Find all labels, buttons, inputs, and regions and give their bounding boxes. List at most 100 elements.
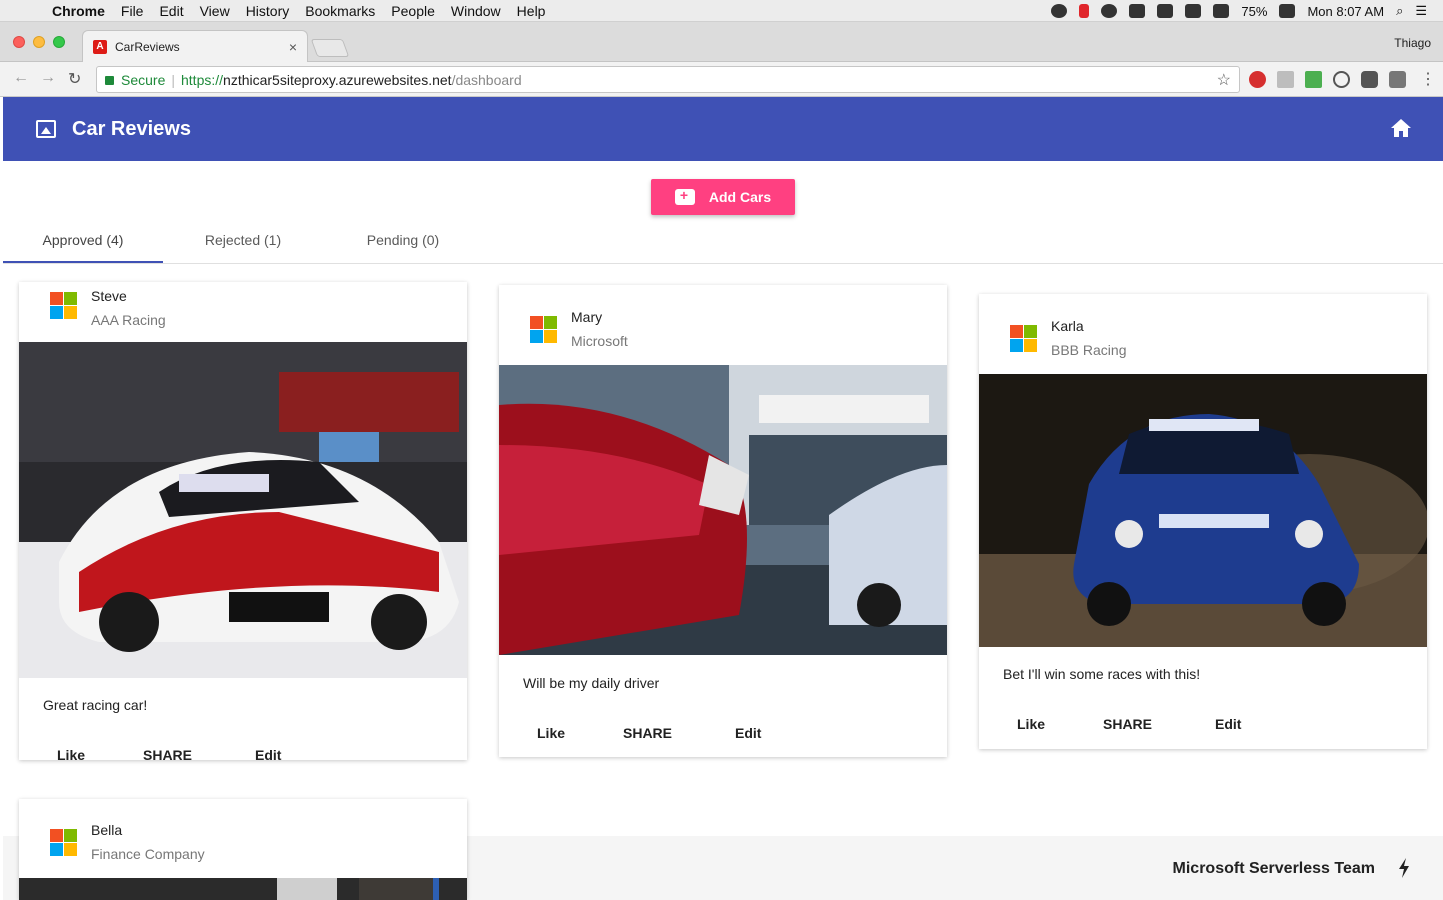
back-arrow-icon[interactable]: ← (13, 69, 29, 87)
photo-library-icon (36, 120, 56, 138)
card-header: Mary Microsoft (499, 285, 947, 349)
reload-icon[interactable]: ↻ (68, 69, 81, 89)
app-title: Car Reviews (72, 117, 191, 140)
like-button[interactable]: Like (1017, 716, 1045, 732)
address-bar[interactable]: Secure | https:// nzthicar5siteproxy.azu… (96, 66, 1240, 93)
review-description: Great racing car! (43, 697, 148, 713)
reviewer-name: Karla (1051, 318, 1084, 334)
review-card-bella: Bella Finance Company (19, 799, 467, 900)
profile-name[interactable]: Thiago (1394, 36, 1431, 50)
forward-arrow-icon[interactable]: → (40, 69, 56, 87)
url-protocol: https:// (181, 71, 224, 88)
card-header: Karla BBB Racing (979, 294, 1427, 358)
volume-icon[interactable] (1213, 4, 1230, 18)
spotlight-search-icon[interactable]: ⌕ (1396, 3, 1403, 19)
close-window-button[interactable] (13, 36, 25, 48)
pen-extension-icon[interactable] (1277, 71, 1294, 88)
secure-label: Secure (121, 71, 166, 88)
wifi-icon[interactable] (1185, 4, 1202, 18)
tab-pending[interactable]: Pending (0) (323, 218, 483, 263)
reviewer-company: Finance Company (91, 846, 205, 862)
reviewer-name: Bella (91, 822, 123, 838)
status-area: 75% Mon 8:07 AM ⌕ ☰ (1051, 0, 1427, 22)
puzzle-extension-icon[interactable] (1389, 71, 1406, 88)
menu-view[interactable]: View (192, 3, 238, 19)
menu-bookmarks[interactable]: Bookmarks (297, 3, 383, 19)
recording-icon[interactable] (1079, 4, 1090, 18)
window-controls (13, 36, 65, 48)
new-tab-button[interactable] (310, 39, 350, 57)
card-header: Bella Finance Company (19, 799, 467, 862)
home-icon[interactable] (1391, 119, 1411, 137)
app-header: Car Reviews (3, 97, 1443, 161)
add-cars-label: Add Cars (708, 189, 772, 205)
bluetooth-icon[interactable] (1157, 4, 1174, 18)
adblock-extension-icon[interactable] (1249, 71, 1266, 88)
menu-edit[interactable]: Edit (151, 3, 191, 19)
menu-history[interactable]: History (238, 3, 298, 19)
pocket-extension-icon[interactable] (1361, 71, 1378, 88)
menu-people[interactable]: People (383, 3, 443, 19)
bookmark-star-icon[interactable]: ☆ (1217, 70, 1231, 90)
tab-approved[interactable]: Approved (4) (3, 218, 163, 263)
browser-tab-title: CarReviews (115, 39, 180, 54)
add-cars-button[interactable]: Add Cars (651, 179, 795, 215)
browser-toolbar: ← → ↻ Secure | https:// nzthicar5sitepro… (0, 62, 1443, 97)
macos-menu-bar: Chrome File Edit View History Bookmarks … (0, 0, 1443, 22)
url-path: /dashboard (451, 71, 522, 88)
menu-clock[interactable]: Mon 8:07 AM (1307, 4, 1384, 19)
like-button[interactable]: Like (57, 747, 85, 763)
review-description: Bet I'll win some races with this! (1003, 666, 1201, 682)
chrome-menu-icon[interactable]: ⋮ (1420, 69, 1436, 89)
menu-chrome[interactable]: Chrome (44, 3, 113, 19)
browser-tab[interactable]: A CarReviews × (82, 30, 308, 62)
microsoft-logo-icon (50, 292, 77, 319)
lock-icon (105, 76, 114, 85)
clapper-icon[interactable] (1129, 4, 1146, 18)
browser-tab-strip: A CarReviews × Thiago (0, 22, 1443, 62)
reviewer-name: Mary (571, 309, 603, 325)
google-extension-icon[interactable] (1305, 71, 1322, 88)
minimize-window-button[interactable] (33, 36, 45, 48)
sync-icon[interactable] (1101, 4, 1118, 18)
status-tabs: Approved (4) Rejected (1) Pending (0) (3, 218, 1443, 264)
microsoft-logo-icon (530, 316, 557, 343)
url-host: nzthicar5siteproxy.azurewebsites.net (223, 71, 452, 88)
info-extension-icon[interactable] (1333, 71, 1350, 88)
reviewer-name: Steve (91, 288, 127, 304)
notification-center-icon[interactable]: ☰ (1415, 3, 1427, 19)
zoom-window-button[interactable] (53, 36, 65, 48)
share-button[interactable]: SHARE (1103, 716, 1152, 732)
car-photo-racing-gt86 (19, 342, 467, 678)
tab-rejected[interactable]: Rejected (1) (163, 218, 323, 263)
menu-help[interactable]: Help (509, 3, 554, 19)
menu-window[interactable]: Window (443, 3, 509, 19)
car-photo-bella (19, 878, 467, 900)
review-card-karla: Karla BBB Racing Bet I'll win some races… (979, 294, 1427, 749)
battery-percent[interactable]: 75% (1241, 4, 1267, 19)
like-button[interactable]: Like (537, 725, 565, 741)
edit-button[interactable]: Edit (255, 747, 281, 763)
password-manager-icon[interactable] (1051, 4, 1068, 18)
reviewer-company: BBB Racing (1051, 342, 1127, 358)
card-header: Steve AAA Racing (19, 282, 467, 342)
edit-button[interactable]: Edit (735, 725, 761, 741)
car-photo-subaru-rally (979, 374, 1427, 647)
close-tab-icon[interactable]: × (289, 39, 297, 55)
share-button[interactable]: SHARE (143, 747, 192, 763)
car-photo-honda-civic (499, 365, 947, 655)
review-card-mary: Mary Microsoft Will be my daily driver L… (499, 285, 947, 757)
review-description: Will be my daily driver (523, 675, 660, 691)
reviewer-company: Microsoft (571, 333, 628, 349)
share-button[interactable]: SHARE (623, 725, 672, 741)
angular-favicon-icon: A (93, 39, 107, 54)
battery-icon[interactable] (1279, 4, 1296, 18)
reviewer-company: AAA Racing (91, 312, 166, 328)
lightning-bolt-icon (1399, 858, 1409, 878)
menu-file[interactable]: File (113, 3, 152, 19)
address-separator: | (171, 71, 175, 88)
microsoft-logo-icon (50, 829, 77, 856)
footer-text: Microsoft Serverless Team (1172, 860, 1375, 877)
edit-button[interactable]: Edit (1215, 716, 1241, 732)
add-photo-icon (674, 187, 695, 205)
